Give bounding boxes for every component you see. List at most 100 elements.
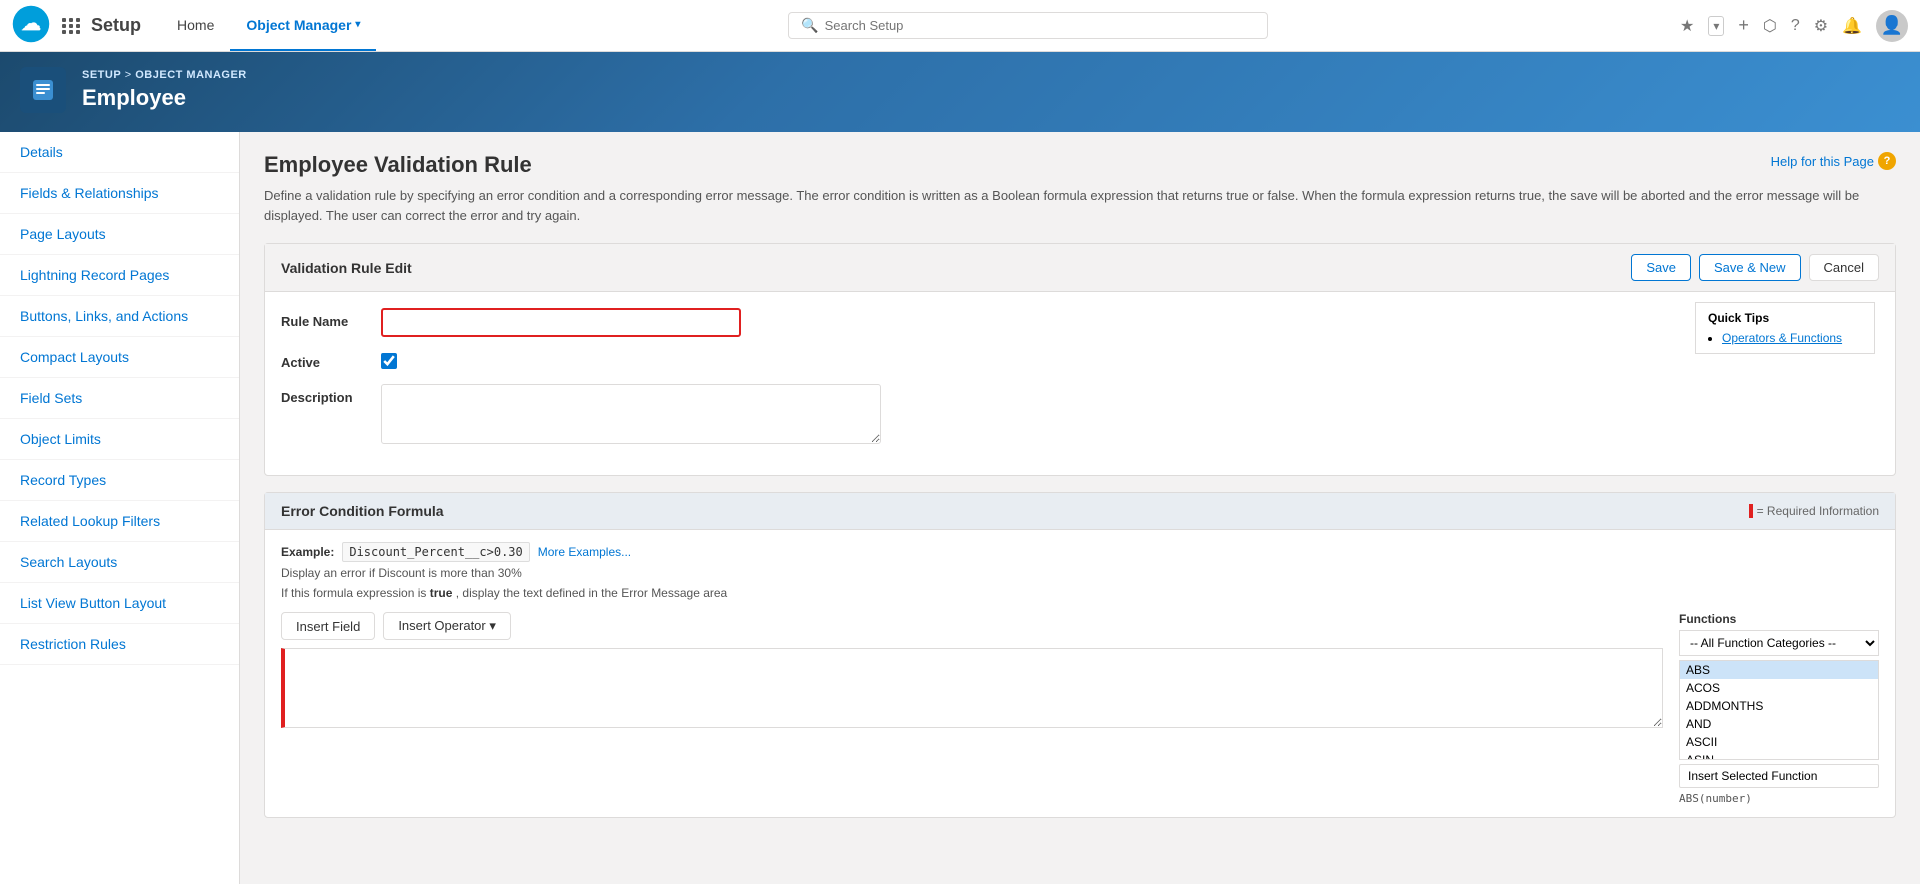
top-nav: ☁ Setup Home Object Manager ▾ 🔍 ★ ▾ + ⬡ <box>0 0 1920 52</box>
search-box: 🔍 <box>788 12 1268 39</box>
nav-tab-object-manager[interactable]: Object Manager ▾ <box>230 0 376 51</box>
description-textarea[interactable] <box>381 384 881 444</box>
search-icon: 🔍 <box>801 17 818 34</box>
save-button[interactable]: Save <box>1631 254 1691 281</box>
sidebar-item-lightning-record-pages[interactable]: Lightning Record Pages <box>0 255 239 296</box>
app-name: Setup <box>91 15 141 36</box>
formula-editor-textarea[interactable] <box>281 648 1663 728</box>
active-label: Active <box>281 349 381 370</box>
help-icon-badge: ? <box>1878 152 1896 170</box>
sidebar-item-object-limits[interactable]: Object Limits <box>0 419 239 460</box>
example-desc: Display an error if Discount is more tha… <box>281 566 1879 580</box>
nav-tabs: Home Object Manager ▾ <box>161 0 376 51</box>
insert-operator-button[interactable]: Insert Operator ▾ <box>383 612 511 640</box>
help-icon[interactable]: ? <box>1791 17 1800 35</box>
sidebar-item-buttons-links-actions[interactable]: Buttons, Links, and Actions <box>0 296 239 337</box>
quick-tips-list: Operators & Functions <box>1708 331 1862 345</box>
object-icon <box>20 67 66 113</box>
insert-selected-function-button[interactable]: Insert Selected Function <box>1679 764 1879 788</box>
bell-icon[interactable]: 🔔 <box>1842 16 1862 36</box>
quick-tips: Quick Tips Operators & Functions <box>1695 302 1875 354</box>
sidebar-item-record-types[interactable]: Record Types <box>0 460 239 501</box>
object-manager-chevron-icon: ▾ <box>355 19 360 30</box>
insert-operator-chevron-icon: ▾ <box>489 618 496 633</box>
gear-icon[interactable]: ⚙ <box>1814 16 1828 36</box>
active-row: Active <box>281 349 1879 372</box>
sub-header: SETUP > OBJECT MANAGER Employee <box>0 52 1920 132</box>
active-checkbox[interactable] <box>381 353 397 369</box>
operators-functions-link[interactable]: Operators & Functions <box>1722 331 1842 345</box>
sidebar-item-page-layouts[interactable]: Page Layouts <box>0 214 239 255</box>
avatar[interactable]: 👤 <box>1876 10 1908 42</box>
function-item-and[interactable]: AND <box>1680 715 1878 733</box>
function-item-acos[interactable]: ACOS <box>1680 679 1878 697</box>
save-new-button[interactable]: Save & New <box>1699 254 1801 281</box>
search-input[interactable] <box>825 18 1256 33</box>
layers-icon[interactable]: ⬡ <box>1763 16 1777 36</box>
example-code: Discount_Percent__c>0.30 <box>342 542 529 562</box>
formula-section-body: Example: Discount_Percent__c>0.30 More E… <box>265 530 1895 817</box>
sidebar-item-search-layouts[interactable]: Search Layouts <box>0 542 239 583</box>
function-desc: ABS(number) <box>1679 792 1879 805</box>
active-control <box>381 349 1879 372</box>
form-section-title: Validation Rule Edit <box>281 260 412 276</box>
sidebar-item-fields-relationships[interactable]: Fields & Relationships <box>0 173 239 214</box>
search-area: 🔍 <box>376 12 1680 39</box>
nav-tab-home[interactable]: Home <box>161 0 230 51</box>
app-menu-icon[interactable] <box>60 16 83 36</box>
help-link[interactable]: Help for this Page ? <box>1771 152 1896 170</box>
star-icon[interactable]: ★ <box>1680 16 1694 36</box>
function-item-addmonths[interactable]: ADDMONTHS <box>1680 697 1878 715</box>
function-item-abs[interactable]: ABS <box>1680 661 1878 679</box>
if-desc: If this formula expression is true , dis… <box>281 586 1879 600</box>
main-layout: Details Fields & Relationships Page Layo… <box>0 132 1920 884</box>
rule-name-control <box>381 308 1879 337</box>
functions-panel: Functions -- All Function Categories -- … <box>1679 612 1879 805</box>
function-item-asin[interactable]: ASIN <box>1680 751 1878 760</box>
formula-section-header: Error Condition Formula = Required Infor… <box>265 493 1895 530</box>
example-label: Example: <box>281 545 334 559</box>
functions-label: Functions <box>1679 612 1879 626</box>
functions-category-select[interactable]: -- All Function Categories -- Date and T… <box>1679 630 1879 656</box>
dropdown-icon[interactable]: ▾ <box>1708 16 1724 36</box>
page-heading: Employee Validation Rule <box>264 152 1896 178</box>
sidebar-item-details[interactable]: Details <box>0 132 239 173</box>
breadcrumb: SETUP > OBJECT MANAGER <box>82 69 247 81</box>
sub-header-title: Employee <box>82 85 247 111</box>
nav-actions: ★ ▾ + ⬡ ? ⚙ 🔔 👤 <box>1680 10 1908 42</box>
breadcrumb-object-manager[interactable]: OBJECT MANAGER <box>135 69 247 81</box>
page-description: Define a validation rule by specifying a… <box>264 186 1896 225</box>
rule-name-input[interactable] <box>381 308 741 337</box>
description-label: Description <box>281 384 381 405</box>
sidebar-item-restriction-rules[interactable]: Restriction Rules <box>0 624 239 665</box>
formula-toolbar: Insert Field Insert Operator ▾ <box>281 612 1663 640</box>
sub-header-text: SETUP > OBJECT MANAGER Employee <box>82 69 247 111</box>
functions-list: ABS ACOS ADDMONTHS AND ASCII ASIN <box>1679 660 1879 760</box>
formula-editor-area: Insert Field Insert Operator ▾ <box>281 612 1663 805</box>
formula-section-title: Error Condition Formula <box>281 503 444 519</box>
formula-content: Insert Field Insert Operator ▾ Functions <box>281 612 1879 805</box>
cancel-button[interactable]: Cancel <box>1809 254 1879 281</box>
more-examples-link[interactable]: More Examples... <box>538 545 631 559</box>
validation-rule-form: Validation Rule Edit Save Save & New Can… <box>264 243 1896 476</box>
example-row: Example: Discount_Percent__c>0.30 More E… <box>281 542 1879 562</box>
sidebar-item-related-lookup-filters[interactable]: Related Lookup Filters <box>0 501 239 542</box>
required-bar-icon <box>1749 504 1753 518</box>
add-icon[interactable]: + <box>1738 15 1749 36</box>
form-section-header: Validation Rule Edit Save Save & New Can… <box>265 244 1895 292</box>
sidebar-item-compact-layouts[interactable]: Compact Layouts <box>0 337 239 378</box>
insert-field-button[interactable]: Insert Field <box>281 612 375 640</box>
breadcrumb-setup[interactable]: SETUP <box>82 69 121 81</box>
form-buttons: Save Save & New Cancel <box>1631 254 1879 281</box>
sidebar-item-list-view-button-layout[interactable]: List View Button Layout <box>0 583 239 624</box>
content-area: Help for this Page ? Employee Validation… <box>240 132 1920 884</box>
form-section-body: Rule Name Active Description <box>265 292 1895 475</box>
function-item-ascii[interactable]: ASCII <box>1680 733 1878 751</box>
quick-tips-title: Quick Tips <box>1708 311 1862 325</box>
sidebar: Details Fields & Relationships Page Layo… <box>0 132 240 884</box>
content-header: Help for this Page ? Employee Validation… <box>264 152 1896 178</box>
description-row: Description <box>281 384 1879 447</box>
rule-name-label: Rule Name <box>281 308 381 329</box>
sidebar-item-field-sets[interactable]: Field Sets <box>0 378 239 419</box>
salesforce-logo: ☁ <box>12 5 50 46</box>
